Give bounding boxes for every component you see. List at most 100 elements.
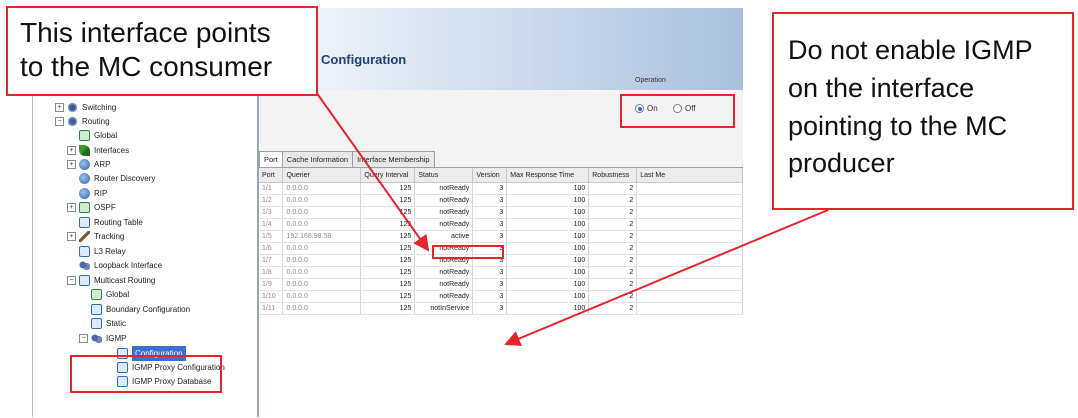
query-interval-cell[interactable]: 125 xyxy=(360,242,416,255)
port-cell[interactable]: 1/10 xyxy=(259,290,284,303)
max-response-time-cell[interactable]: 100 xyxy=(506,242,590,255)
tree-item-routing-table[interactable]: Routing Table xyxy=(79,215,143,230)
status-cell[interactable]: notReady xyxy=(414,194,474,207)
status-cell[interactable]: notReady xyxy=(414,266,474,279)
expand-toggle[interactable]: + xyxy=(67,146,76,155)
querier-cell[interactable]: 0.0.0.0 xyxy=(282,218,362,231)
querier-cell[interactable]: 0.0.0.0 xyxy=(282,194,362,207)
port-cell[interactable]: 1/4 xyxy=(259,218,284,231)
column-header[interactable]: Status xyxy=(414,168,474,183)
tree-item-global[interactable]: Global xyxy=(79,128,117,143)
query-interval-cell[interactable]: 125 xyxy=(360,278,416,291)
robustness-cell[interactable]: 2 xyxy=(588,278,638,291)
version-cell[interactable]: 3 xyxy=(472,182,508,195)
querier-cell[interactable]: 0.0.0.0 xyxy=(282,290,362,303)
query-interval-cell[interactable]: 125 xyxy=(360,290,416,303)
querier-cell[interactable]: 0.0.0.0 xyxy=(282,254,362,267)
max-response-time-cell[interactable]: 100 xyxy=(506,182,590,195)
max-response-time-cell[interactable]: 100 xyxy=(506,194,590,207)
last-member-cell[interactable] xyxy=(636,242,743,255)
querier-cell[interactable]: 192.168.99.58 xyxy=(282,230,362,243)
status-cell[interactable]: notReady xyxy=(414,206,474,219)
robustness-cell[interactable]: 2 xyxy=(588,182,638,195)
version-cell[interactable]: 3 xyxy=(472,206,508,219)
max-response-time-cell[interactable]: 100 xyxy=(506,302,590,315)
tab-cache-information[interactable]: Cache Information xyxy=(281,151,354,167)
query-interval-cell[interactable]: 125 xyxy=(360,254,416,267)
max-response-time-cell[interactable]: 100 xyxy=(506,218,590,231)
column-header[interactable]: Port xyxy=(259,168,284,183)
max-response-time-cell[interactable]: 100 xyxy=(506,290,590,303)
version-cell[interactable]: 3 xyxy=(472,290,508,303)
last-member-cell[interactable] xyxy=(636,302,743,315)
table-row[interactable]: 1/10 0.0.0.0 125 notReady 3 100 2 xyxy=(259,290,743,303)
tree-item-static[interactable]: Static xyxy=(91,316,126,331)
status-cell[interactable]: active xyxy=(414,230,474,243)
last-member-cell[interactable] xyxy=(636,278,743,291)
tree-item-rip[interactable]: RIP xyxy=(79,186,107,201)
expand-toggle[interactable]: + xyxy=(67,203,76,212)
status-cell[interactable]: notReady xyxy=(414,278,474,291)
tab-interface-membership[interactable]: Interface Membership xyxy=(352,151,435,167)
robustness-cell[interactable]: 2 xyxy=(588,254,638,267)
port-cell[interactable]: 1/9 xyxy=(259,278,284,291)
query-interval-cell[interactable]: 125 xyxy=(360,206,416,219)
column-header[interactable]: Last Me xyxy=(636,168,743,183)
table-row[interactable]: 1/5 192.168.99.58 125 active 3 100 2 xyxy=(259,230,743,243)
query-interval-cell[interactable]: 125 xyxy=(360,266,416,279)
status-cell[interactable]: notReady xyxy=(414,218,474,231)
tree-item-ospf[interactable]: + OSPF xyxy=(67,200,116,215)
table-row[interactable]: 1/4 0.0.0.0 125 notReady 3 100 2 xyxy=(259,218,743,231)
tree-item-igmp[interactable]: − IGMP xyxy=(79,331,126,346)
tree-item-l3-relay[interactable]: L3 Relay xyxy=(79,244,126,259)
tab-port[interactable]: Port xyxy=(259,151,283,167)
querier-cell[interactable]: 0.0.0.0 xyxy=(282,266,362,279)
collapse-toggle[interactable]: − xyxy=(79,334,88,343)
column-header[interactable]: Max Response Time xyxy=(506,168,590,183)
collapse-toggle[interactable]: − xyxy=(67,276,76,285)
robustness-cell[interactable]: 2 xyxy=(588,230,638,243)
table-row[interactable]: 1/11 0.0.0.0 125 notInService 3 100 2 xyxy=(259,302,743,315)
tree-item-boundary-configuration[interactable]: Boundary Configuration xyxy=(91,302,190,317)
querier-cell[interactable]: 0.0.0.0 xyxy=(282,302,362,315)
status-cell[interactable]: notReady xyxy=(414,182,474,195)
version-cell[interactable]: 3 xyxy=(472,194,508,207)
table-row[interactable]: 1/8 0.0.0.0 125 notReady 3 100 2 xyxy=(259,266,743,279)
port-cell[interactable]: 1/2 xyxy=(259,194,284,207)
column-header[interactable]: Robustness xyxy=(588,168,638,183)
tree-item-tracking[interactable]: + Tracking xyxy=(67,229,124,244)
port-cell[interactable]: 1/3 xyxy=(259,206,284,219)
tree-item-interfaces[interactable]: + Interfaces xyxy=(67,143,129,158)
robustness-cell[interactable]: 2 xyxy=(588,266,638,279)
robustness-cell[interactable]: 2 xyxy=(588,218,638,231)
tree-item-routing[interactable]: − Routing xyxy=(55,114,110,129)
max-response-time-cell[interactable]: 100 xyxy=(506,206,590,219)
last-member-cell[interactable] xyxy=(636,230,743,243)
status-cell[interactable]: notReady xyxy=(414,290,474,303)
tree-item-router-discovery[interactable]: Router Discovery xyxy=(79,171,155,186)
expand-toggle[interactable]: + xyxy=(67,232,76,241)
querier-cell[interactable]: 0.0.0.0 xyxy=(282,242,362,255)
robustness-cell[interactable]: 2 xyxy=(588,206,638,219)
column-header[interactable]: Query Interval xyxy=(360,168,416,183)
port-cell[interactable]: 1/7 xyxy=(259,254,284,267)
column-header[interactable]: Querier xyxy=(282,168,362,183)
version-cell[interactable]: 3 xyxy=(472,230,508,243)
tree-item-arp[interactable]: + ARP xyxy=(67,157,110,172)
last-member-cell[interactable] xyxy=(636,266,743,279)
status-cell[interactable]: notInService xyxy=(414,302,474,315)
port-cell[interactable]: 1/8 xyxy=(259,266,284,279)
version-cell[interactable]: 3 xyxy=(472,302,508,315)
last-member-cell[interactable] xyxy=(636,194,743,207)
tree-item-multicast-routing[interactable]: − Multicast Routing xyxy=(67,273,155,288)
expand-toggle[interactable]: + xyxy=(67,160,76,169)
expand-toggle[interactable]: + xyxy=(55,103,64,112)
port-cell[interactable]: 1/5 xyxy=(259,230,284,243)
query-interval-cell[interactable]: 125 xyxy=(360,218,416,231)
max-response-time-cell[interactable]: 100 xyxy=(506,254,590,267)
last-member-cell[interactable] xyxy=(636,206,743,219)
last-member-cell[interactable] xyxy=(636,254,743,267)
querier-cell[interactable]: 0.0.0.0 xyxy=(282,182,362,195)
max-response-time-cell[interactable]: 100 xyxy=(506,266,590,279)
version-cell[interactable]: 3 xyxy=(472,218,508,231)
